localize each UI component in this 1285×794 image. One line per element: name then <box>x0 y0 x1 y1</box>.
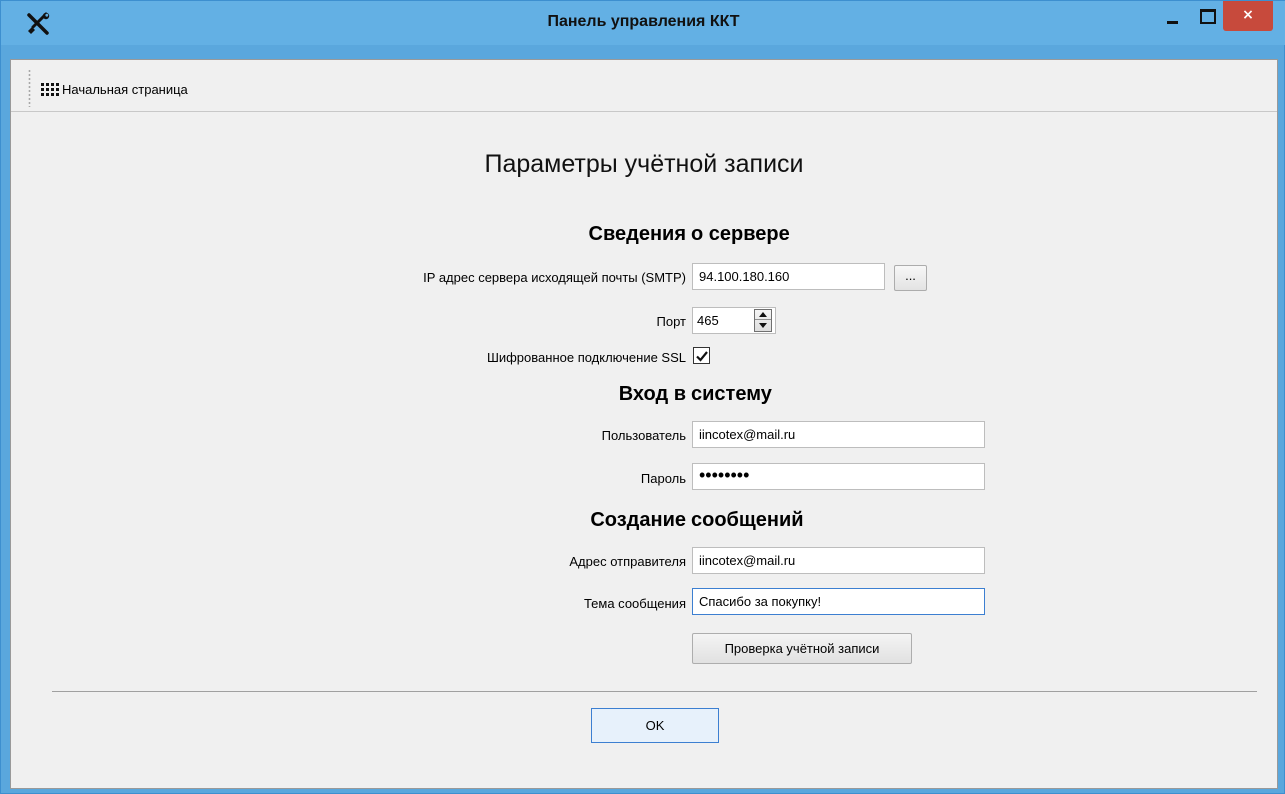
grid-icon <box>41 82 61 96</box>
section-title-login-left: Вход в <box>618 383 686 405</box>
password-label: Пароль <box>640 471 686 486</box>
subject-label: Тема сообщения <box>583 596 686 611</box>
section-title-login-right: систему <box>691 383 772 405</box>
port-decrement-button[interactable] <box>755 321 771 331</box>
close-button[interactable]: × <box>1223 1 1273 31</box>
smtp-server-input[interactable]: 94.100.180.160 <box>692 263 885 290</box>
port-increment-button[interactable] <box>755 310 771 320</box>
page-title: Параметры учётной записи <box>484 150 804 178</box>
port-value: 465 <box>697 313 719 328</box>
ssl-label: Шифрованное подключение SSL <box>486 350 686 365</box>
title-bar[interactable]: Панель управления ККТ × <box>1 1 1285 45</box>
user-input[interactable]: iincotex@mail.ru <box>692 421 985 448</box>
section-title-server-left: Сведения <box>588 223 686 245</box>
section-title-server-right: о сервере <box>691 223 790 245</box>
section-title-message-left: Создание <box>590 509 686 531</box>
ssl-checkbox[interactable] <box>693 347 710 364</box>
section-title-message-right: сообщений <box>691 509 804 531</box>
toolbar-grip[interactable] <box>28 69 31 107</box>
minimize-button[interactable] <box>1155 1 1189 31</box>
port-label: Порт <box>656 314 686 329</box>
password-input[interactable]: •••••••• <box>692 463 985 490</box>
home-page-label: Начальная страница <box>62 81 188 97</box>
port-spinbox[interactable]: 465 <box>692 307 776 334</box>
maximize-button[interactable] <box>1189 1 1223 31</box>
user-label: Пользователь <box>601 428 686 443</box>
app-window: Панель управления ККТ × Начальная страни… <box>0 0 1285 794</box>
smtp-label: IP адрес сервера исходящей почты (SMTP) <box>423 270 686 285</box>
window-title: Панель управления ККТ <box>547 13 740 30</box>
checkmark-icon <box>696 351 708 362</box>
divider <box>52 691 1257 692</box>
toolbar: Начальная страница <box>11 60 1277 112</box>
subject-input[interactable]: Спасибо за покупку! <box>692 588 985 615</box>
sender-input[interactable]: iincotex@mail.ru <box>692 547 985 574</box>
port-spin-arrows <box>754 309 772 332</box>
browse-server-button[interactable]: ... <box>894 265 927 291</box>
home-page-button[interactable]: Начальная страница <box>41 80 188 98</box>
ok-button[interactable]: OK <box>591 708 719 743</box>
check-account-button[interactable]: Проверка учётной записи <box>692 633 912 664</box>
main-panel: Начальная страница Параметры учётной зап… <box>10 59 1278 789</box>
sender-label: Адрес отправителя <box>569 554 686 569</box>
